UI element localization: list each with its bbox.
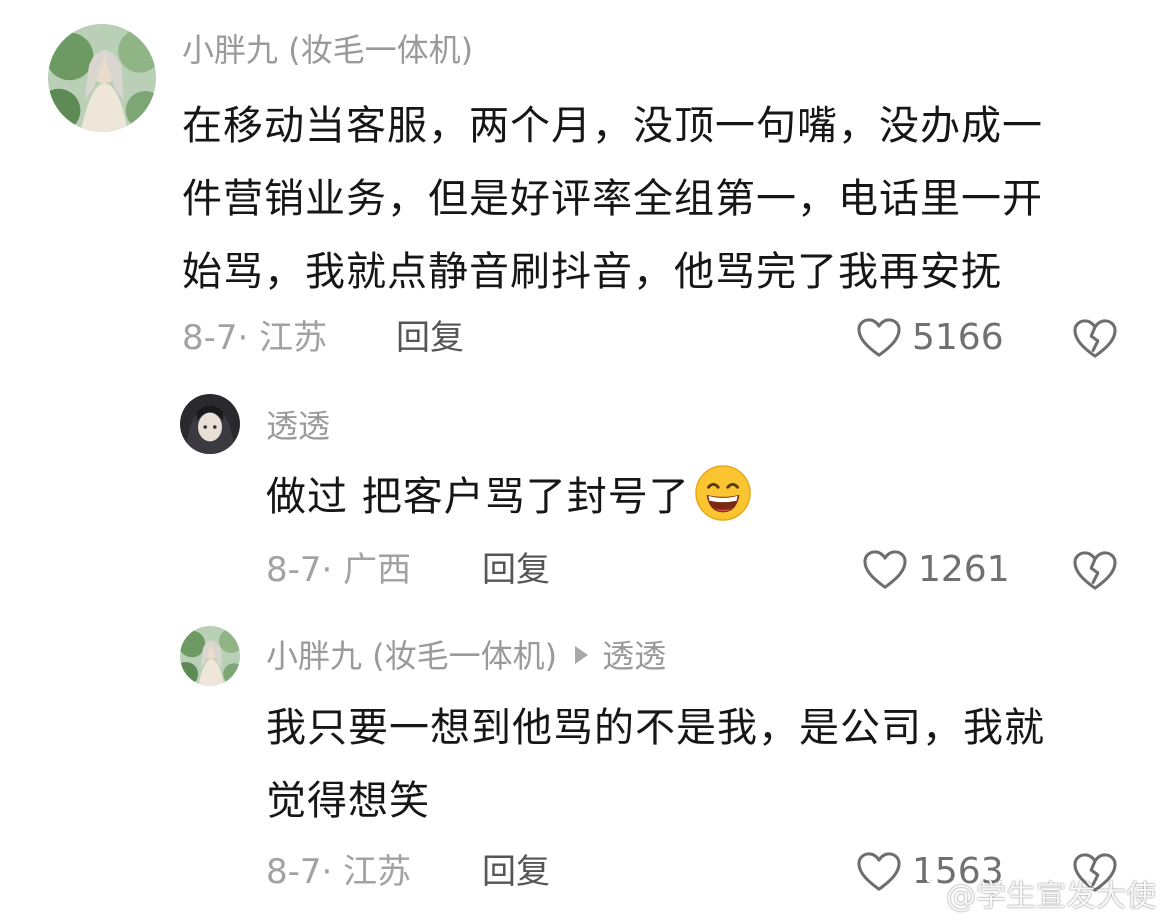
like-button[interactable]: 1261: [862, 548, 1010, 592]
like-button[interactable]: 5166: [856, 316, 1004, 360]
comment-text-line: 件营销业务，但是好评率全组第一，电话里一开: [182, 176, 1043, 222]
comment-text: 做过 把客户骂了封号了: [266, 461, 752, 534]
reply-to-name[interactable]: 透透: [602, 637, 666, 675]
dislike-button[interactable]: [1072, 550, 1118, 592]
broken-heart-icon: [1073, 551, 1117, 590]
comment-author: 小胖九 (妆毛一体机) 透透: [266, 636, 666, 676]
comment-text-line: 觉得想笑: [266, 778, 430, 824]
like-count: 1261: [918, 549, 1010, 590]
heart-outline-icon: [857, 318, 901, 357]
heart-outline-icon: [863, 550, 907, 589]
comment-text-content: 做过 把客户骂了封号了: [266, 474, 690, 520]
watermark-text: @学生宣发大使: [946, 879, 1156, 914]
triangle-right-icon: [575, 646, 589, 664]
avatar[interactable]: [180, 394, 240, 454]
reply-button[interactable]: 回复: [396, 316, 464, 360]
comment-meta: 8-7· 江苏: [182, 318, 328, 358]
comment-text-line: 我只要一想到他骂的不是我，是公司，我就: [266, 705, 1045, 751]
comment-text-line: 始骂，我就点静音刷抖音，他骂完了我再安抚: [182, 249, 1002, 295]
comment-text: 我只要一想到他骂的不是我，是公司，我就 觉得想笑: [266, 692, 1045, 838]
avatar[interactable]: [48, 24, 156, 132]
avatar[interactable]: [180, 626, 240, 686]
reply-button[interactable]: 回复: [482, 548, 550, 592]
comment-meta: 8-7· 江苏: [266, 852, 412, 892]
grinning-sweat-emoji: [694, 464, 752, 522]
watermark: @学生宣发大使: [900, 871, 1156, 915]
author-name[interactable]: 小胖九 (妆毛一体机): [266, 637, 557, 675]
comment-text-line: 在移动当客服，两个月，没顶一句嘴，没办成一: [182, 103, 1043, 149]
like-count: 5166: [912, 317, 1004, 358]
reply-button[interactable]: 回复: [482, 850, 550, 894]
comment-author[interactable]: 透透: [266, 406, 330, 446]
heart-outline-icon: [857, 852, 901, 891]
comment-meta: 8-7· 广西: [266, 550, 412, 590]
broken-heart-icon: [1073, 319, 1117, 358]
weibo-logo-icon: [900, 879, 939, 909]
comment-author[interactable]: 小胖九 (妆毛一体机): [182, 30, 473, 70]
comment-text: 在移动当客服，两个月，没顶一句嘴，没办成一 件营销业务，但是好评率全组第一，电话…: [182, 90, 1043, 309]
dislike-button[interactable]: [1072, 318, 1118, 360]
comment-text-line: 做过 把客户骂了封号了: [266, 461, 752, 534]
